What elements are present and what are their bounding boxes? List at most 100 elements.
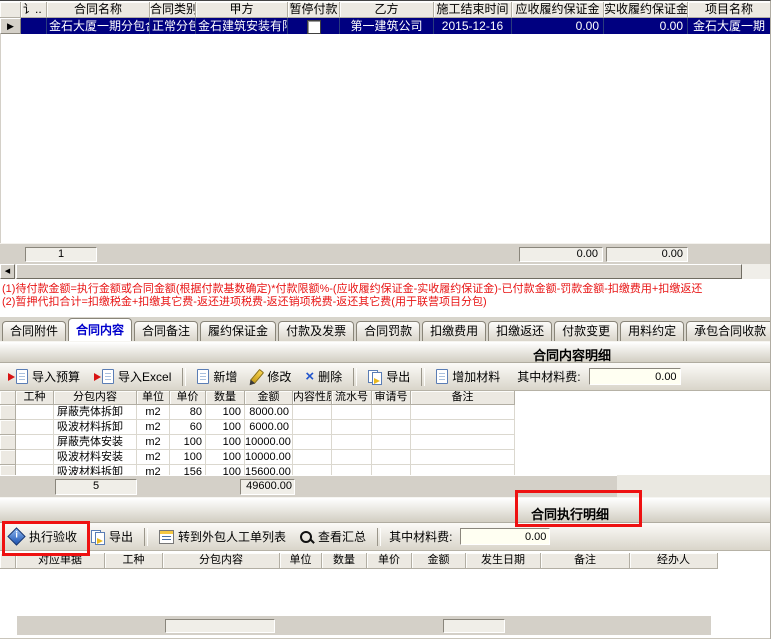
cell-remark[interactable]: [411, 405, 515, 420]
row-selector[interactable]: [0, 450, 16, 465]
pause-payment-checkbox[interactable]: [307, 20, 321, 34]
cell-serial[interactable]: [332, 435, 372, 450]
delete-button[interactable]: × 删除: [302, 366, 345, 387]
content-row-3[interactable]: 屏蔽壳体安装 m2 100 100 10000.00: [0, 435, 515, 450]
export-button[interactable]: 导出: [365, 366, 413, 387]
col-remark[interactable]: 备注: [411, 391, 515, 405]
add-button[interactable]: 新增: [194, 366, 240, 387]
col-job-type[interactable]: 工种: [16, 391, 54, 405]
cell-misc[interactable]: [21, 18, 47, 34]
cell-unit[interactable]: m2: [137, 420, 170, 435]
cell-apply[interactable]: [372, 420, 411, 435]
modify-button[interactable]: 修改: [248, 366, 294, 387]
col-unit-price[interactable]: 单价: [170, 391, 206, 405]
cell-amount[interactable]: 10000.00: [245, 450, 293, 465]
row-selector[interactable]: [0, 435, 16, 450]
view-summary-button[interactable]: 查看汇总: [297, 526, 369, 547]
cell-remark[interactable]: [411, 435, 515, 450]
col-quantity[interactable]: 数量: [206, 391, 245, 405]
cell-job[interactable]: [16, 450, 54, 465]
cell-job[interactable]: [16, 405, 54, 420]
col-subcontract-content[interactable]: 分包内容: [54, 391, 137, 405]
contract-row-selected[interactable]: ▶ 金石大厦一期分包合同 正常分包 金石建筑安装有限 第一建筑公司 2015-1…: [0, 18, 771, 34]
col-unit-price[interactable]: 单价: [367, 553, 412, 569]
cell-contract-type[interactable]: 正常分包: [150, 18, 196, 34]
col-apply-no[interactable]: 审请号: [372, 391, 411, 405]
column-header-contract-name[interactable]: 合同名称: [47, 2, 150, 18]
col-handler[interactable]: 经办人: [630, 553, 718, 569]
cell-price[interactable]: 60: [170, 420, 206, 435]
col-amount[interactable]: 金额: [245, 391, 293, 405]
cell-serial[interactable]: [332, 465, 372, 475]
cell-qty[interactable]: 100: [206, 435, 245, 450]
exec-export-button[interactable]: 导出: [88, 526, 136, 547]
column-header-party-a[interactable]: 甲方: [196, 2, 288, 18]
cell-nature[interactable]: [293, 450, 332, 465]
column-header-contract-type[interactable]: 合同类别: [150, 2, 196, 18]
tab-withheld-returns[interactable]: 扣缴返还: [488, 321, 552, 341]
cell-nature[interactable]: [293, 435, 332, 450]
col-subcontract-content[interactable]: 分包内容: [163, 553, 280, 569]
cell-qty[interactable]: 100: [206, 405, 245, 420]
tab-contract-attachments[interactable]: 合同附件: [2, 321, 66, 341]
column-header-received-deposit[interactable]: 实收履约保证金: [604, 2, 688, 18]
cell-end-date[interactable]: 2015-12-16: [434, 18, 512, 34]
cell-unit[interactable]: m2: [137, 465, 170, 475]
col-remark[interactable]: 备注: [541, 553, 630, 569]
cell-amount[interactable]: 10000.00: [245, 435, 293, 450]
column-header-misc[interactable]: 讠..: [21, 2, 47, 18]
col-unit[interactable]: 单位: [280, 553, 322, 569]
cell-amount[interactable]: 8000.00: [245, 405, 293, 420]
scrollbar-thumb[interactable]: [16, 264, 742, 279]
column-header-receivable-deposit[interactable]: 应收履约保证金: [512, 2, 604, 18]
import-excel-button[interactable]: 导入Excel: [91, 366, 174, 387]
column-header-project-name[interactable]: 项目名称: [688, 2, 771, 18]
content-row-4[interactable]: 吸波材料安装 m2 100 100 10000.00: [0, 450, 515, 465]
cell-job[interactable]: [16, 420, 54, 435]
col-job-type[interactable]: 工种: [105, 553, 163, 569]
cell-qty[interactable]: 100: [206, 450, 245, 465]
column-header-end-date[interactable]: 施工结束时间: [434, 2, 512, 18]
cell-serial[interactable]: [332, 405, 372, 420]
cell-contract-name[interactable]: 金石大厦一期分包合同: [47, 18, 150, 34]
cell-serial[interactable]: [332, 420, 372, 435]
row-selector[interactable]: [0, 405, 16, 420]
cell-qty[interactable]: 100: [206, 420, 245, 435]
tab-payment-changes[interactable]: 付款变更: [554, 321, 618, 341]
cell-remark[interactable]: [411, 465, 515, 475]
scroll-left-icon[interactable]: ◀: [0, 264, 15, 279]
col-content-nature[interactable]: 内容性质: [293, 391, 332, 405]
cell-price[interactable]: 80: [170, 405, 206, 420]
col-amount[interactable]: 金额: [412, 553, 466, 569]
cell-content[interactable]: 吸波材料安装: [54, 450, 137, 465]
cell-price[interactable]: 100: [170, 450, 206, 465]
cell-party-a[interactable]: 金石建筑安装有限: [196, 18, 288, 34]
content-row-5-clipped[interactable]: 吸波材料拆卸 m2 156 100 15600.00: [0, 465, 515, 475]
cell-received-deposit[interactable]: 0.00: [604, 18, 688, 34]
import-budget-button[interactable]: 导入预算: [5, 366, 83, 387]
content-row-1[interactable]: 屏蔽壳体拆卸 m2 80 100 8000.00: [0, 405, 515, 420]
tab-contract-receipts[interactable]: 承包合同收款: [686, 321, 771, 341]
goto-outsourcing-list-button[interactable]: 转到外包人工单列表: [156, 526, 289, 547]
col-unit[interactable]: 单位: [137, 391, 170, 405]
grid-corner-cell[interactable]: [0, 2, 21, 18]
cell-remark[interactable]: [411, 450, 515, 465]
tab-contract-penalty[interactable]: 合同罚款: [356, 321, 420, 341]
cell-amount[interactable]: 15600.00: [245, 465, 293, 475]
material-fee-input[interactable]: [589, 368, 681, 385]
cell-apply[interactable]: [372, 405, 411, 420]
cell-receivable-deposit[interactable]: 0.00: [512, 18, 604, 34]
tab-contract-remarks[interactable]: 合同备注: [134, 321, 198, 341]
cell-content[interactable]: 屏蔽壳体拆卸: [54, 405, 137, 420]
cell-serial[interactable]: [332, 450, 372, 465]
cell-pause-payment[interactable]: [288, 18, 340, 34]
cell-unit[interactable]: m2: [137, 435, 170, 450]
cell-apply[interactable]: [372, 450, 411, 465]
cell-unit[interactable]: m2: [137, 405, 170, 420]
cell-job[interactable]: [16, 435, 54, 450]
col-serial-no[interactable]: 流水号: [332, 391, 372, 405]
row-selector[interactable]: [0, 465, 16, 475]
cell-price[interactable]: 156: [170, 465, 206, 475]
cell-content[interactable]: 吸波材料拆卸: [54, 465, 137, 475]
tab-payment-invoice[interactable]: 付款及发票: [278, 321, 354, 341]
